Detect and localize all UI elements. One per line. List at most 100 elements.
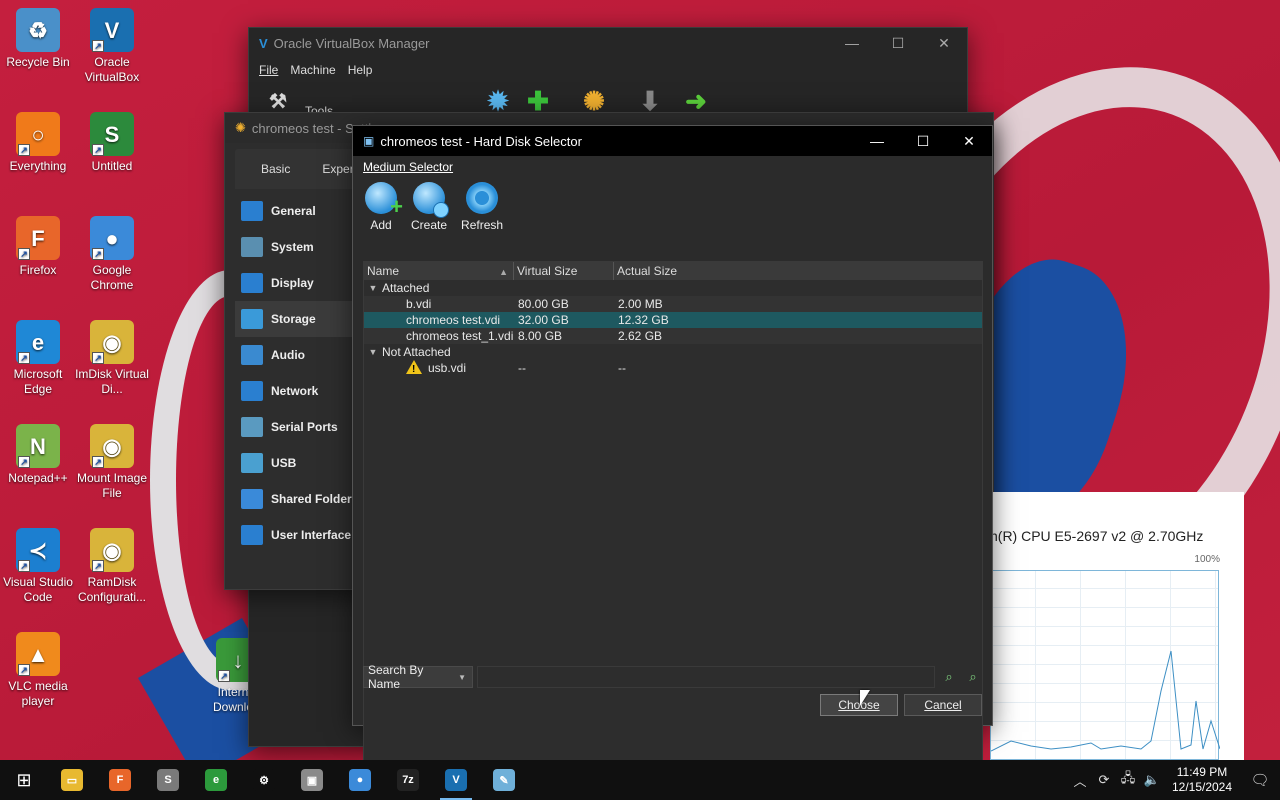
system-icon xyxy=(241,237,263,257)
expand-caret-icon[interactable]: ▼ xyxy=(364,344,382,360)
firefox-icon: F ↗ xyxy=(16,216,60,260)
desktop-icon[interactable]: ◉ ↗ RamDisk Configurati... xyxy=(74,528,150,605)
disk-name-cell: b.vdi xyxy=(364,296,514,312)
taskbar-app[interactable]: e xyxy=(192,760,240,800)
desktop-icon[interactable]: F ↗ Firefox xyxy=(0,216,76,278)
user-interface-icon xyxy=(241,525,263,545)
taskbar-app[interactable]: ⚙ xyxy=(240,760,288,800)
maximize-button[interactable]: ☐ xyxy=(875,28,921,58)
menu-help[interactable]: Help xyxy=(348,63,373,77)
battery-sync-icon[interactable]: ⟳ xyxy=(1092,760,1116,800)
disk-name: b.vdi xyxy=(406,297,432,311)
menu-machine[interactable]: Machine xyxy=(290,63,335,77)
sidebar-item-system[interactable]: System xyxy=(235,229,357,265)
close-button[interactable]: ✕ xyxy=(946,126,992,156)
desktop-icon[interactable]: V ↗ Oracle VirtualBox xyxy=(74,8,150,85)
sidebar-item-label: Display xyxy=(271,276,314,290)
close-button[interactable]: ✕ xyxy=(921,28,967,58)
maximize-button[interactable]: ☐ xyxy=(900,126,946,156)
desktop-icon-label: Everything xyxy=(9,159,67,173)
minimize-button[interactable]: — xyxy=(854,126,900,156)
tree-group[interactable]: ▼ Attached xyxy=(364,280,982,296)
column-name[interactable]: Name ▲ xyxy=(364,262,514,280)
add-disk-icon xyxy=(365,182,403,220)
medium-selector-label[interactable]: Medium Selector xyxy=(363,160,453,174)
sidebar-item-serial-ports[interactable]: Serial Ports xyxy=(235,409,357,445)
desktop-icon[interactable]: ◉ ↗ ImDisk Virtual Di... xyxy=(74,320,150,397)
disk-row[interactable]: chromeos test.vdi 32.00 GB 12.32 GB xyxy=(364,312,982,328)
create-button[interactable]: Create xyxy=(411,182,450,246)
taskbar-app[interactable]: F xyxy=(96,760,144,800)
search-mode-select[interactable]: Search By Name ▼ xyxy=(363,663,473,691)
desktop-icon[interactable]: ▲ ↗ VLC media player xyxy=(0,632,76,709)
chrome-icon: ● xyxy=(349,769,371,791)
shortcut-arrow-icon: ↗ xyxy=(92,248,104,260)
column-actual-size[interactable]: Actual Size xyxy=(614,262,982,280)
desktop-icon[interactable]: ● ↗ Google Chrome xyxy=(74,216,150,293)
chevron-up-icon[interactable]: ︿ xyxy=(1068,760,1092,800)
desktop-icon[interactable]: S ↗ Untitled xyxy=(74,112,150,174)
minimize-button[interactable]: — xyxy=(829,28,875,58)
search-bar: Search By Name ▼ ⌕ ⌕ xyxy=(363,663,983,691)
desktop-icon[interactable]: ○ ↗ Everything xyxy=(0,112,76,174)
desktop-icon[interactable]: e ↗ Microsoft Edge xyxy=(0,320,76,397)
tree-group[interactable]: ▼ Not Attached xyxy=(364,344,982,360)
title-bar[interactable]: ▣ chromeos test - Hard Disk Selector — ☐… xyxy=(353,126,992,156)
sidebar-item-storage[interactable]: Storage xyxy=(235,301,357,337)
sidebar-item-user-interface[interactable]: User Interface xyxy=(235,517,357,553)
start-button[interactable]: ⊞ xyxy=(0,760,48,800)
expand-caret-icon[interactable]: ▼ xyxy=(364,280,382,296)
shortcut-arrow-icon: ↗ xyxy=(18,664,30,676)
edge-globe-icon: e xyxy=(205,769,227,791)
desktop-icon[interactable]: ♻ Recycle Bin xyxy=(0,8,76,70)
taskbar-app[interactable]: ▣ xyxy=(288,760,336,800)
network-icon[interactable]: 🖧 xyxy=(1116,760,1140,800)
virtualbox-icon: V xyxy=(259,35,268,51)
desktop-icon[interactable]: N ↗ Notepad++ xyxy=(0,424,76,486)
sidebar-item-shared-folders[interactable]: Shared Folders xyxy=(235,481,357,517)
taskbar-app[interactable]: ✎ xyxy=(480,760,528,800)
sidebar-item-network[interactable]: Network xyxy=(235,373,357,409)
sidebar-item-label: General xyxy=(271,204,316,218)
title-bar[interactable]: V Oracle VirtualBox Manager — ☐ ✕ xyxy=(249,28,967,58)
shared-folders-icon xyxy=(241,489,263,509)
sidebar-item-usb[interactable]: USB xyxy=(235,445,357,481)
disk-row[interactable]: usb.vdi -- -- xyxy=(364,360,982,376)
medium-selector-menu[interactable]: Medium Selector xyxy=(353,156,992,178)
devices-icon: ▣ xyxy=(301,769,323,791)
volume-icon[interactable]: 🔈 xyxy=(1140,760,1164,800)
refresh-button[interactable]: Refresh xyxy=(461,182,503,246)
sidebar-item-general[interactable]: General xyxy=(235,193,357,229)
taskbar-app[interactable]: ● xyxy=(336,760,384,800)
taskbar-app[interactable]: V xyxy=(432,760,480,800)
clock[interactable]: 11:49 PM 12/15/2024 xyxy=(1164,765,1240,795)
search-input[interactable] xyxy=(477,666,935,688)
add-button[interactable]: Add xyxy=(365,182,403,246)
disk-row[interactable]: chromeos test_1.vdi 8.00 GB 2.62 GB xyxy=(364,328,982,344)
settings-sidebar: General System Display Storage Audio Network S… xyxy=(235,193,357,553)
choose-button[interactable]: Choose xyxy=(820,694,898,716)
sidebar-item-display[interactable]: Display xyxy=(235,265,357,301)
taskbar-app[interactable]: S xyxy=(144,760,192,800)
recycle-bin-icon: ♻ xyxy=(16,8,60,52)
menu-file[interactable]: File xyxy=(259,63,278,77)
desktop-icon[interactable]: ≺ ↗ Visual Studio Code xyxy=(0,528,76,605)
taskbar-app[interactable]: ▭ xyxy=(48,760,96,800)
sidebar-item-label: USB xyxy=(271,456,297,470)
taskbar-app[interactable]: 7z xyxy=(384,760,432,800)
column-virtual-size[interactable]: Virtual Size xyxy=(514,262,614,280)
search-previous-icon[interactable]: ⌕ xyxy=(963,667,983,687)
sidebar-item-label: Storage xyxy=(271,312,316,326)
cancel-button[interactable]: Cancel xyxy=(904,694,982,716)
desktop-icon[interactable]: ◉ ↗ Mount Image File xyxy=(74,424,150,501)
notification-icon[interactable]: 🗨 xyxy=(1240,760,1280,800)
dialog-title: chromeos test - Hard Disk Selector xyxy=(380,133,582,149)
shortcut-arrow-icon: ↗ xyxy=(18,560,30,572)
disk-row[interactable]: b.vdi 80.00 GB 2.00 MB xyxy=(364,296,982,312)
hard-disk-selector-dialog[interactable]: ▣ chromeos test - Hard Disk Selector — ☐… xyxy=(352,125,993,781)
shortcut-arrow-icon: ↗ xyxy=(92,456,104,468)
sidebar-item-audio[interactable]: Audio xyxy=(235,337,357,373)
desktop-icon-label: Firefox xyxy=(19,263,57,277)
tab-basic[interactable]: Basic xyxy=(245,149,306,189)
search-next-icon[interactable]: ⌕ xyxy=(939,667,959,687)
